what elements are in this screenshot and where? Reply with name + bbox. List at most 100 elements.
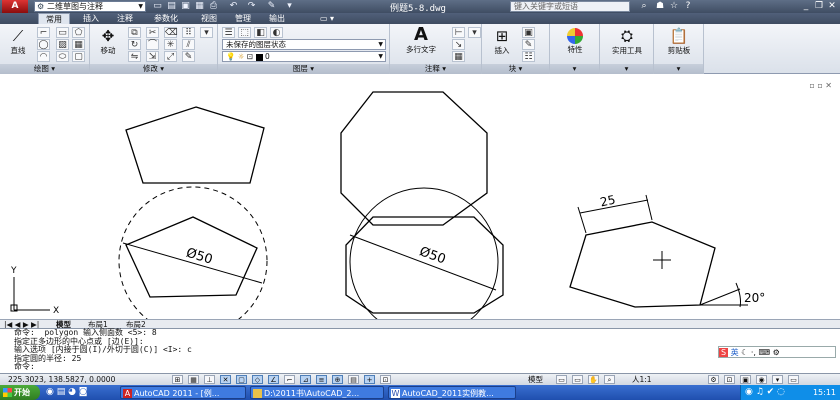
command-line[interactable]: 命令: polygon 输入侧面数 <5>: 8 指定正多边形的中心点或 [边(… [0, 328, 840, 373]
ime-punctuation-icon[interactable]: ☾ ·, ⌨ ⚙ [741, 348, 780, 357]
quick-properties-icon[interactable]: ▤ [348, 375, 359, 384]
workspace-switcher[interactable]: ⚙ 二维草图与注释 ▼ [34, 1, 146, 12]
polygon-icon[interactable]: ⬠ [72, 27, 85, 38]
save-as-icon[interactable]: ▦ [194, 1, 205, 11]
communication-center-icon[interactable]: ☗ [654, 1, 666, 11]
copy-icon[interactable]: ⧉ [128, 27, 141, 38]
zoom-icon[interactable]: ⌕ [604, 375, 615, 384]
restore-icon[interactable]: ❐ [813, 1, 825, 11]
hatch-icon[interactable]: ▨ [56, 39, 69, 50]
fillet-icon[interactable]: ⌒ [146, 39, 159, 50]
quick-view-layouts-icon[interactable]: ▭ [556, 375, 567, 384]
arc-icon[interactable]: ◠ [37, 51, 50, 62]
hardware-acceleration-icon[interactable]: ▣ [740, 375, 751, 384]
clipboard-button[interactable]: 📋 剪贴板 [658, 27, 700, 56]
rectangle-icon[interactable]: ▭ [56, 27, 69, 38]
panel-utilities-expander[interactable]: ▾ [600, 64, 653, 74]
dynamic-input-icon[interactable]: ⊿ [300, 375, 311, 384]
quick-launch-icons[interactable]: ◉ ▤ ◕ ◙ [46, 387, 88, 397]
explode-icon[interactable]: ✳ [164, 39, 177, 50]
drawing-canvas[interactable]: ▫ ▫ ✕ Ø50 Ø50 25 20° Y X [0, 75, 840, 319]
stretch-icon[interactable]: ⇲ [146, 51, 159, 62]
favorites-icon[interactable]: ☆ [668, 1, 680, 11]
panel-layers-label[interactable]: 图层 ▾ [218, 64, 389, 74]
model-space-label[interactable]: 模型 [528, 374, 543, 385]
layer-off-icon[interactable]: ◐ [270, 27, 283, 38]
help-icon[interactable]: ? [682, 1, 694, 11]
new-file-icon[interactable]: ▭ [152, 1, 163, 11]
annotation-scale[interactable]: 人1:1 [632, 374, 652, 385]
undo-icon[interactable]: ↶ [228, 1, 239, 11]
leader-icon[interactable]: ↘ [452, 39, 465, 50]
open-folder-icon[interactable]: ▤ [166, 1, 177, 11]
circle-icon[interactable]: ◯ [37, 39, 50, 50]
binoculars-icon[interactable]: ⌕ [638, 1, 650, 11]
ortho-icon[interactable]: ⊥ [204, 375, 215, 384]
panel-block-label[interactable]: 块 ▾ [482, 64, 549, 74]
polar-tracking-icon[interactable]: ✕ [220, 375, 231, 384]
layer-isolate-icon[interactable]: ◧ [254, 27, 267, 38]
isolate-objects-icon[interactable]: ◉ [756, 375, 767, 384]
tab-output[interactable]: 输出 [262, 13, 292, 24]
ribbon-minimize-toggle[interactable]: ▭ ▾ [316, 13, 338, 24]
clean-screen-icon[interactable]: ▭ [788, 375, 799, 384]
panel-annotation-label[interactable]: 注释 ▾ [390, 64, 481, 74]
block-attributes-icon[interactable]: ☷ [522, 51, 535, 62]
utilities-button[interactable]: ⛭ 实用工具 [604, 27, 650, 56]
save-icon[interactable]: ▣ [180, 1, 191, 11]
pan-icon[interactable]: ✋ [588, 375, 599, 384]
annotation-monitor-icon[interactable]: ⊡ [380, 375, 391, 384]
dynamic-ucs-icon[interactable]: ⌐ [284, 375, 295, 384]
command-prompt[interactable]: 命令: [0, 362, 840, 372]
ime-toolbar[interactable]: S 英 ☾ ·, ⌨ ⚙ [718, 346, 836, 358]
taskbar-item-autocad[interactable]: A AutoCAD 2011 - [例... [120, 386, 246, 399]
layer-match-icon[interactable]: ⬚ [238, 27, 251, 38]
quick-view-drawings-icon[interactable]: ▭ [572, 375, 583, 384]
redo-icon[interactable]: ↷ [246, 1, 257, 11]
taskbar-item-explorer[interactable]: D:\2011书\AutoCAD_2... [250, 386, 384, 399]
3d-osnap-icon[interactable]: ◇ [252, 375, 263, 384]
start-button[interactable]: 开始 [0, 385, 40, 400]
tab-parametric[interactable]: 参数化 [144, 13, 188, 24]
help-search-input[interactable]: 键入关键字或短语 [510, 1, 630, 12]
customize-qat-icon[interactable]: ▾ [284, 1, 295, 11]
panel-properties-expander[interactable]: ▾ [550, 64, 599, 74]
snap-icon[interactable]: ⊞ [172, 375, 183, 384]
minimize-icon[interactable]: _ [800, 1, 812, 11]
array-icon[interactable]: ⠿ [182, 27, 195, 38]
layer-properties-icon[interactable]: ☰ [222, 27, 235, 38]
region-icon[interactable]: ▢ [72, 51, 85, 62]
more-modify-icon[interactable]: ▾ [200, 27, 213, 38]
polyline-icon[interactable]: ⌐ [37, 27, 50, 38]
mtext-button[interactable]: A 多行文字 [396, 26, 446, 55]
selection-cycling-icon[interactable]: + [364, 375, 375, 384]
status-menu-icon[interactable]: ▾ [772, 375, 783, 384]
linear-dimension-icon[interactable]: ⊢ [452, 27, 465, 38]
plot-icon[interactable]: ⎙ [208, 1, 219, 11]
grid-icon[interactable]: ▦ [188, 375, 199, 384]
tab-annotate[interactable]: 注释 [110, 13, 140, 24]
tab-view[interactable]: 视图 [194, 13, 224, 24]
tab-home[interactable]: 常用 [38, 13, 70, 24]
mirror-icon[interactable]: ⇋ [128, 51, 141, 62]
rotate-icon[interactable]: ↻ [128, 39, 141, 50]
erase-icon[interactable]: ⌫ [164, 27, 178, 38]
match-properties-icon[interactable]: ✎ [266, 1, 277, 11]
insert-block-button[interactable]: ⊞ 插入 [486, 27, 518, 56]
object-snap-icon[interactable]: ▢ [236, 375, 247, 384]
layer-dropdown[interactable]: 💡 ☼ ⊡ 0 ▼ [222, 51, 386, 62]
panel-clipboard-expander[interactable]: ▾ [654, 64, 703, 74]
line-button[interactable]: ⟋ 直线 [3, 27, 33, 56]
trim-icon[interactable]: ✂ [146, 27, 159, 38]
toolbar-lock-icon[interactable]: ⊡ [724, 375, 735, 384]
workspace-switch-icon[interactable]: ⚙ [708, 375, 719, 384]
edit-block-icon[interactable]: ✎ [522, 39, 535, 50]
tab-insert[interactable]: 插入 [76, 13, 106, 24]
table-icon[interactable]: ▦ [452, 51, 465, 62]
panel-modify-label[interactable]: 修改 ▾ [90, 64, 217, 74]
dimension-dropdown-icon[interactable]: ▾ [468, 27, 481, 38]
offset-icon[interactable]: ⫽ [182, 39, 195, 50]
layer-state-dropdown[interactable]: 未保存的图层状态 ▼ [222, 39, 386, 50]
panel-draw-label[interactable]: 绘图 ▾ [0, 64, 89, 74]
close-icon[interactable]: ✕ [826, 1, 838, 11]
